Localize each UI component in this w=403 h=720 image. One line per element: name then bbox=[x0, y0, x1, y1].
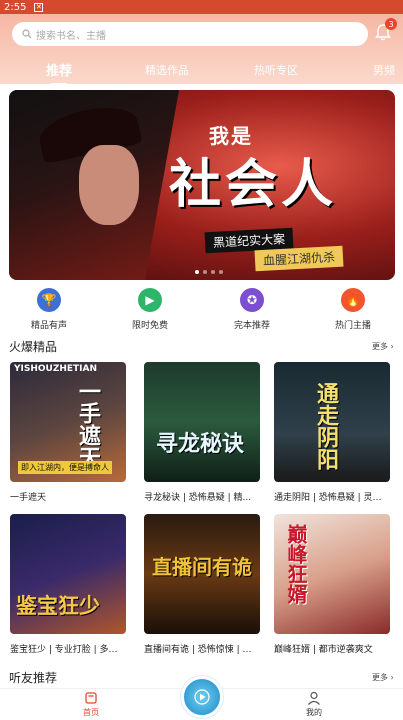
status-time: 2:55 bbox=[4, 1, 27, 13]
book-caption: 巅峰狂婿 | 都市逆袭爽文 bbox=[274, 645, 373, 655]
nav-home[interactable]: 首页 bbox=[71, 691, 111, 718]
carousel-dot[interactable] bbox=[211, 270, 215, 274]
quick-label: 限时免费 bbox=[131, 321, 168, 331]
player-button[interactable] bbox=[181, 676, 223, 718]
tab-male[interactable]: 男频 bbox=[373, 62, 395, 78]
carousel-dot[interactable] bbox=[195, 270, 199, 274]
cover-title: 巅峰狂婿 bbox=[284, 524, 308, 604]
book-caption: 通走阴阳 | 恐怖悬疑 | 灵异惊... bbox=[274, 493, 390, 503]
book-card[interactable]: 通走阴阳 通走阴阳 | 恐怖悬疑 | 灵异惊... bbox=[274, 362, 390, 503]
quick-label: 完本推荐 bbox=[233, 321, 270, 331]
more-link-hot[interactable]: 更多 › bbox=[372, 341, 394, 352]
book-cover: 通走阴阳 bbox=[274, 362, 390, 482]
status-bar: 2:55 ✕ bbox=[0, 0, 403, 14]
flame-icon: 🔥 bbox=[341, 288, 365, 312]
cover-band: 即入江湖内，便是搏命人 bbox=[18, 461, 112, 474]
book-card[interactable]: 寻龙秘诀 寻龙秘诀 | 恐怖悬疑 | 精... bbox=[144, 362, 260, 503]
cover-title: 鉴宝狂少 bbox=[16, 593, 100, 618]
tab-featured[interactable]: 精选作品 bbox=[145, 62, 189, 78]
quick-premium-audio[interactable]: 🏆 精品有声 bbox=[19, 288, 79, 331]
header: 搜索书名、主播 3 推荐 精选作品 热听专区 男频 bbox=[0, 14, 403, 85]
more-link-friends[interactable]: 更多 › bbox=[372, 672, 394, 683]
trophy-icon: 🏆 bbox=[37, 288, 61, 312]
book-caption: 寻龙秘诀 | 恐怖悬疑 | 精... bbox=[144, 493, 252, 503]
banner-carousel[interactable]: 我是 社会人 黑道纪实大案 血腥江湖仇杀 bbox=[9, 90, 395, 280]
carousel-indicator bbox=[195, 270, 223, 274]
book-cover: YISHOUZHETIAN 一手遮天 即入江湖内，便是搏命人 bbox=[10, 362, 126, 482]
category-tabs: 推荐 精选作品 热听专区 男频 bbox=[0, 58, 403, 85]
tab-hot-zone[interactable]: 热听专区 bbox=[254, 62, 298, 78]
section-title-hot: 火爆精品 bbox=[9, 340, 58, 354]
cover-top-text: YISHOUZHETIAN bbox=[14, 364, 98, 374]
play-icon bbox=[194, 689, 210, 705]
quick-free[interactable]: ▶ 限时免费 bbox=[120, 288, 180, 331]
book-card[interactable]: 鉴宝狂少 鉴宝狂少 | 专业打脸 | 多人... bbox=[10, 514, 126, 655]
section-title-friends: 听友推荐 bbox=[9, 671, 58, 685]
notification-badge: 3 bbox=[385, 18, 397, 30]
book-card[interactable]: 直播间有诡 直播间有诡 | 恐怖惊悚 | 高... bbox=[144, 514, 260, 655]
nav-mine[interactable]: 我的 bbox=[294, 691, 334, 718]
search-input[interactable]: 搜索书名、主播 bbox=[12, 22, 368, 46]
nav-home-label: 首页 bbox=[83, 708, 99, 717]
quick-label: 精品有声 bbox=[30, 321, 67, 331]
book-cover: 寻龙秘诀 bbox=[144, 362, 260, 482]
nav-mine-label: 我的 bbox=[306, 708, 322, 717]
book-caption: 鉴宝狂少 | 专业打脸 | 多人... bbox=[10, 645, 126, 655]
quick-hosts[interactable]: 🔥 热门主播 bbox=[323, 288, 383, 331]
notification-button[interactable]: 3 bbox=[373, 18, 397, 42]
book-cover: 直播间有诡 bbox=[144, 514, 260, 634]
home-icon bbox=[85, 692, 97, 704]
book-card[interactable]: YISHOUZHETIAN 一手遮天 即入江湖内，便是搏命人 一手遮天 bbox=[10, 362, 126, 503]
quick-entries: 🏆 精品有声 ▶ 限时免费 ✪ 完本推荐 🔥 热门主播 bbox=[0, 288, 403, 332]
banner-subtitle-2: 血腥江湖仇杀 bbox=[254, 245, 344, 272]
book-cover: 巅峰狂婿 bbox=[274, 514, 390, 634]
book-card[interactable]: 巅峰狂婿 巅峰狂婿 | 都市逆袭爽文 bbox=[274, 514, 390, 655]
book-caption: 直播间有诡 | 恐怖惊悚 | 高... bbox=[144, 645, 260, 655]
cover-title: 通走阴阳 bbox=[313, 382, 339, 470]
quick-completed[interactable]: ✪ 完本推荐 bbox=[222, 288, 282, 331]
user-icon bbox=[308, 691, 320, 705]
cover-title: 直播间有诡 bbox=[152, 555, 252, 579]
quick-label: 热门主播 bbox=[334, 321, 371, 331]
search-placeholder: 搜索书名、主播 bbox=[36, 30, 106, 42]
carousel-dot[interactable] bbox=[219, 270, 223, 274]
carousel-dot[interactable] bbox=[203, 270, 207, 274]
search-icon bbox=[22, 29, 32, 39]
banner-face bbox=[79, 145, 139, 225]
book-cover: 鉴宝狂少 bbox=[10, 514, 126, 634]
tab-recommend[interactable]: 推荐 bbox=[46, 60, 72, 85]
cover-title: 寻龙秘诀 bbox=[156, 431, 245, 457]
play-circle-icon: ▶ bbox=[138, 288, 162, 312]
cover-title: 一手遮天 bbox=[75, 380, 101, 468]
medal-icon: ✪ bbox=[240, 288, 264, 312]
close-icon: ✕ bbox=[34, 2, 44, 12]
book-caption: 一手遮天 bbox=[10, 493, 47, 503]
banner-title: 社会人 bbox=[169, 154, 338, 215]
